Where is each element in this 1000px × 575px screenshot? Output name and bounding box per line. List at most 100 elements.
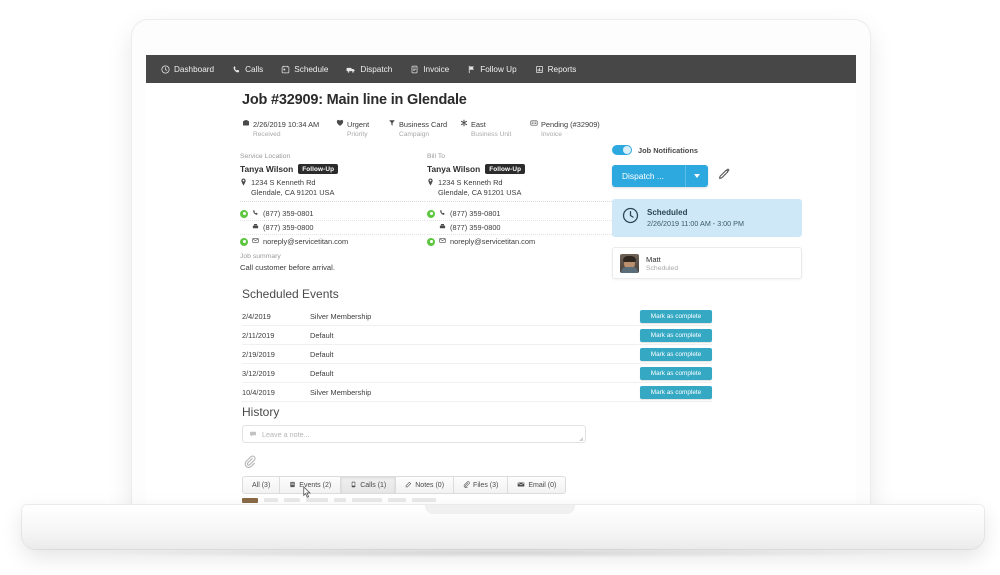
scheduled-status-card[interactable]: Scheduled 2/26/2019 11:00 AM - 3:00 PM (612, 199, 802, 237)
table-row: 2/19/2019 Default Mark as complete (242, 345, 712, 364)
meta-received: 2/26/2019 10:34 AM Received (242, 119, 336, 138)
mark-as-complete-button[interactable]: Mark as complete (640, 309, 712, 323)
list-item-placeholder (352, 498, 382, 502)
nav-item-invoice[interactable]: Invoice (401, 55, 458, 83)
tab-all[interactable]: All (3) (242, 476, 281, 494)
address-line-1[interactable]: 1234 S Kenneth Rd (438, 178, 503, 188)
meta-label: Business Unit (471, 131, 512, 138)
list-item-placeholder (388, 498, 406, 502)
address-line-1[interactable]: 1234 S Kenneth Rd (251, 178, 316, 188)
dispatch-row: Dispatch ... (612, 165, 802, 187)
customer-name[interactable]: Tanya Wilson (240, 164, 293, 174)
nav-label: Reports (547, 64, 577, 74)
nav-item-dispatch[interactable]: Dispatch (337, 55, 401, 83)
phone-row[interactable]: (877) 359-0801 (240, 207, 425, 220)
job-notifications-label: Job Notifications (638, 145, 698, 155)
fax-row[interactable]: (877) 359-0800 (427, 220, 612, 234)
job-meta-row: 2/26/2019 10:34 AM Received Urgent Prior… (242, 119, 640, 138)
bill-to-block: Bill To Tanya Wilson Follow-Up 1234 S Ke… (427, 153, 612, 248)
list-item-placeholder (284, 498, 300, 502)
list-item-placeholder (334, 498, 346, 502)
meta-value: Urgent (347, 119, 370, 129)
files-icon (463, 480, 470, 490)
meta-value: Business Card (399, 119, 448, 129)
meta-priority: Urgent Priority (336, 119, 388, 138)
tab-email[interactable]: Email (0) (508, 476, 567, 494)
event-type: Default (310, 368, 334, 378)
address-row: 1234 S Kenneth Rd (240, 178, 425, 188)
service-location-block: Service Location Tanya Wilson Follow-Up … (240, 153, 425, 248)
meta-business-unit: East Business Unit (460, 119, 530, 138)
mark-as-complete-button[interactable]: Mark as complete (640, 347, 712, 361)
history-list-clipped (242, 496, 572, 504)
section-heading: Bill To (427, 153, 446, 160)
nav-item-dashboard[interactable]: Dashboard (152, 55, 223, 83)
chevron-down-icon (694, 174, 700, 178)
nav-item-reports[interactable]: Reports (526, 55, 586, 83)
fax-number: (877) 359-0800 (263, 223, 314, 232)
heart-icon (336, 119, 344, 129)
avatar (620, 253, 639, 273)
scheduled-card-time: 2/26/2019 11:00 AM - 3:00 PM (647, 219, 744, 228)
email-icon (439, 237, 446, 246)
meta-label: Priority (347, 131, 368, 138)
nav-item-calls[interactable]: Calls (223, 55, 272, 83)
table-row: 2/11/2019 Default Mark as complete (242, 326, 712, 345)
phone-row[interactable]: (877) 359-0801 (427, 207, 612, 220)
tab-files[interactable]: Files (3) (454, 476, 509, 494)
meta-label: Received (253, 131, 281, 138)
nav-item-schedule[interactable]: Schedule (272, 55, 337, 83)
status-badge: Follow-Up (298, 164, 339, 174)
address-row: 1234 S Kenneth Rd (427, 178, 612, 188)
meta-value: East (471, 119, 486, 129)
nav-label: Invoice (423, 64, 450, 74)
job-notifications-toggle[interactable] (612, 145, 632, 155)
technician-name: Matt (646, 254, 661, 264)
phone-number: (877) 359-0801 (263, 209, 314, 218)
tab-label: Email (0) (528, 481, 557, 489)
flag-icon (467, 65, 476, 74)
technician-card[interactable]: Matt Scheduled (612, 247, 802, 279)
email-row[interactable]: noreply@servicetitan.com (427, 234, 612, 248)
resize-handle[interactable] (579, 437, 583, 441)
pencil-icon[interactable] (718, 167, 731, 185)
mark-as-complete-button[interactable]: Mark as complete (640, 328, 712, 342)
events-icon (289, 481, 296, 490)
truck-icon (346, 65, 356, 74)
customer-name[interactable]: Tanya Wilson (427, 164, 480, 174)
fax-icon (439, 223, 446, 232)
attachment-icon[interactable] (243, 455, 256, 473)
status-dot-icon (427, 209, 435, 218)
laptop-shadow (90, 548, 910, 558)
event-date: 10/4/2019 (242, 387, 275, 397)
nav-item-follow-up[interactable]: Follow Up (458, 55, 525, 83)
tab-label: Notes (0) (415, 481, 445, 489)
fax-row[interactable]: (877) 359-0800 (240, 220, 425, 234)
laptop-notch (425, 505, 575, 514)
email-row[interactable]: noreply@servicetitan.com (240, 234, 425, 248)
list-item-placeholder (412, 498, 436, 502)
mark-as-complete-button[interactable]: Mark as complete (640, 385, 712, 399)
job-notifications-row: Job Notifications (612, 145, 802, 155)
event-type: Default (310, 349, 334, 359)
meta-invoice: Pending (#32909) Invoice (530, 119, 640, 138)
tab-notes[interactable]: Notes (0) (396, 476, 455, 494)
page-title: Job #32909: Main line in Glendale (242, 92, 467, 108)
note-input[interactable]: Leave a note... (242, 425, 586, 443)
right-panel: Job Notifications Dispatch ... Scheduled… (612, 145, 802, 279)
invoice-icon (530, 119, 538, 129)
document-icon (410, 65, 419, 74)
job-summary: Job summary Call customer before arrival… (240, 253, 335, 272)
laptop-screen: Dashboard Calls Schedule Dispatch Invoic… (146, 55, 856, 507)
nav-label: Follow Up (480, 64, 517, 74)
calls-icon (350, 481, 357, 490)
phone-icon (252, 209, 259, 218)
status-dot-icon (240, 209, 248, 218)
mark-as-complete-button[interactable]: Mark as complete (640, 366, 712, 380)
dispatch-dropdown-toggle[interactable] (685, 165, 708, 187)
tab-calls[interactable]: Calls (1) (341, 476, 397, 494)
dispatch-button[interactable]: Dispatch ... (612, 165, 708, 187)
email-icon (252, 237, 259, 246)
nav-label: Schedule (294, 64, 329, 74)
